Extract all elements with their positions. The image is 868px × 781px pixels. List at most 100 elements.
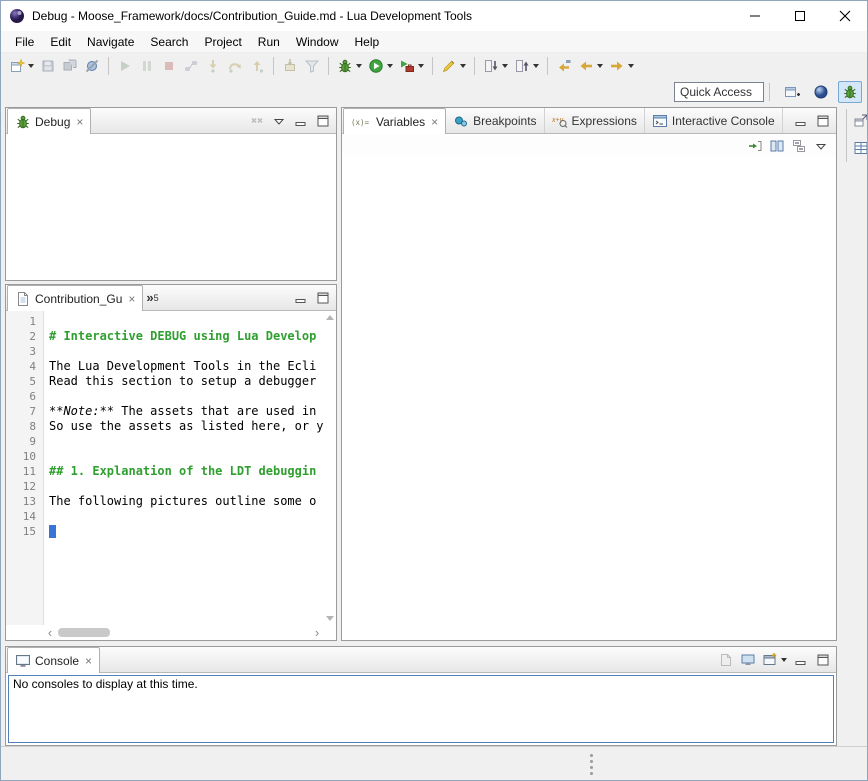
close-tab-icon[interactable]: × bbox=[85, 654, 92, 668]
drop-to-frame-button[interactable] bbox=[279, 56, 301, 76]
minimize-button[interactable] bbox=[291, 289, 311, 307]
editor-panel: Contribution_Gu× »5 12345678910111213141… bbox=[5, 284, 337, 641]
code-area[interactable]: # Interactive DEBUG using Lua DevelopThe… bbox=[44, 311, 323, 625]
drop-to-frame-icon bbox=[282, 58, 298, 74]
resume-button[interactable] bbox=[114, 56, 136, 76]
maximize-button[interactable] bbox=[813, 651, 833, 669]
suspend-button[interactable] bbox=[136, 56, 158, 76]
debug-button[interactable] bbox=[334, 56, 365, 76]
open-task-button[interactable] bbox=[438, 56, 469, 76]
terminate-button[interactable] bbox=[158, 56, 180, 76]
console-tab-console[interactable]: Console× bbox=[7, 647, 100, 673]
debug-view-controls bbox=[245, 108, 336, 133]
dropdown-arrow-icon[interactable] bbox=[460, 64, 466, 68]
minimize-window-button[interactable] bbox=[732, 1, 777, 31]
display-selected-console-button[interactable] bbox=[738, 651, 758, 669]
editor-vertical-scrollbar[interactable] bbox=[323, 311, 336, 625]
scroll-right-icon[interactable]: › bbox=[311, 625, 323, 640]
menu-project[interactable]: Project bbox=[196, 32, 249, 52]
menu-window[interactable]: Window bbox=[288, 32, 347, 52]
editor-horizontal-scrollbar[interactable]: ‹ › bbox=[44, 625, 323, 640]
step-over-button[interactable] bbox=[224, 56, 246, 76]
dropdown-arrow-icon[interactable] bbox=[628, 64, 634, 68]
external-tools-button[interactable] bbox=[396, 56, 427, 76]
menu-search[interactable]: Search bbox=[142, 32, 196, 52]
view-menu-button[interactable] bbox=[810, 136, 832, 156]
open-perspective-button[interactable] bbox=[780, 81, 804, 103]
minimize-button[interactable] bbox=[791, 651, 811, 669]
dropdown-arrow-icon[interactable] bbox=[502, 64, 508, 68]
scroll-thumb[interactable] bbox=[58, 628, 110, 637]
debug-icon bbox=[15, 114, 31, 130]
scroll-up-icon[interactable] bbox=[326, 315, 334, 320]
editor-tab-contribution-gu[interactable]: Contribution_Gu× bbox=[7, 285, 143, 311]
use-step-filters-button[interactable] bbox=[301, 56, 323, 76]
back-button[interactable] bbox=[575, 56, 606, 76]
dropdown-arrow-icon[interactable] bbox=[356, 64, 362, 68]
variables-view-content[interactable] bbox=[342, 157, 836, 640]
menu-help[interactable]: Help bbox=[347, 32, 388, 52]
close-tab-icon[interactable]: × bbox=[128, 292, 135, 306]
disconnect-button[interactable] bbox=[180, 56, 202, 76]
maximize-button[interactable] bbox=[313, 112, 333, 130]
dropdown-arrow-icon[interactable] bbox=[533, 64, 539, 68]
close-tab-icon[interactable]: × bbox=[431, 115, 438, 129]
minimize-button[interactable] bbox=[791, 112, 811, 130]
close-tab-icon[interactable]: × bbox=[76, 115, 83, 129]
quick-access-input[interactable]: Quick Access bbox=[674, 82, 764, 102]
previous-annotation-button[interactable] bbox=[511, 56, 542, 76]
maximize-button[interactable] bbox=[313, 289, 333, 307]
ldt-perspective-button[interactable] bbox=[809, 81, 833, 103]
dropdown-arrow-icon[interactable] bbox=[387, 64, 393, 68]
new-wizard-button[interactable] bbox=[6, 56, 37, 76]
code-segment: The following pictures outline some o bbox=[49, 494, 316, 508]
debug-view-tab-debug[interactable]: Debug× bbox=[7, 108, 91, 134]
view-menu-button[interactable] bbox=[269, 112, 289, 130]
menu-run[interactable]: Run bbox=[250, 32, 288, 52]
maximize-button[interactable] bbox=[813, 112, 833, 130]
restore-view-button[interactable] bbox=[850, 111, 868, 131]
maximize-icon bbox=[315, 290, 331, 306]
perspective-toolbar: Quick Access bbox=[1, 79, 867, 105]
menu-edit[interactable]: Edit bbox=[42, 32, 79, 52]
menu-navigate[interactable]: Navigate bbox=[79, 32, 142, 52]
minimize-button[interactable] bbox=[291, 112, 311, 130]
dropdown-arrow-icon[interactable] bbox=[418, 64, 424, 68]
save-all-button[interactable] bbox=[59, 56, 81, 76]
forward-button[interactable] bbox=[606, 56, 637, 76]
console-output[interactable]: No consoles to display at this time. bbox=[8, 675, 834, 743]
menu-file[interactable]: File bbox=[7, 32, 42, 52]
open-console-button[interactable] bbox=[760, 651, 789, 669]
step-into-button[interactable] bbox=[202, 56, 224, 76]
collapse-all-button[interactable] bbox=[788, 136, 810, 156]
skip-all-breakpoints-button[interactable] bbox=[81, 56, 103, 76]
dropdown-arrow-icon[interactable] bbox=[781, 658, 787, 662]
scroll-down-icon[interactable] bbox=[326, 616, 334, 621]
last-edit-location-button[interactable] bbox=[553, 56, 575, 76]
grid-view-button[interactable] bbox=[850, 138, 868, 158]
close-window-button[interactable] bbox=[822, 1, 867, 31]
save-button[interactable] bbox=[37, 56, 59, 76]
dropdown-arrow-icon[interactable] bbox=[28, 64, 34, 68]
debug-view-content[interactable] bbox=[6, 134, 336, 280]
debug-perspective-button[interactable] bbox=[838, 81, 862, 103]
show-logical-structures-button[interactable] bbox=[744, 136, 766, 156]
next-annotation-button[interactable] bbox=[480, 56, 511, 76]
maximize-window-button[interactable] bbox=[777, 1, 822, 31]
step-return-button[interactable] bbox=[246, 56, 268, 76]
view-tab-breakpoints[interactable]: Breakpoints bbox=[446, 108, 544, 133]
toolbar-separator bbox=[769, 83, 770, 101]
overflow-count: 5 bbox=[154, 293, 159, 303]
view-tab-expressions[interactable]: x+yExpressions bbox=[545, 108, 645, 133]
show-columns-button[interactable] bbox=[766, 136, 788, 156]
remove-all-terminated-button[interactable] bbox=[247, 112, 267, 130]
view-tab-interactive-console[interactable]: Interactive Console bbox=[645, 108, 783, 133]
run-button[interactable] bbox=[365, 56, 396, 76]
drag-handle[interactable] bbox=[590, 754, 593, 778]
scroll-left-icon[interactable]: ‹ bbox=[44, 625, 56, 640]
dropdown-arrow-icon[interactable] bbox=[597, 64, 603, 68]
view-tab-variables[interactable]: (x)=Variables× bbox=[343, 108, 446, 134]
editor-tab-overflow[interactable]: »5 bbox=[143, 285, 164, 310]
open-console-page-button[interactable] bbox=[716, 651, 736, 669]
editor-content[interactable]: 123456789101112131415 # Interactive DEBU… bbox=[6, 311, 323, 625]
